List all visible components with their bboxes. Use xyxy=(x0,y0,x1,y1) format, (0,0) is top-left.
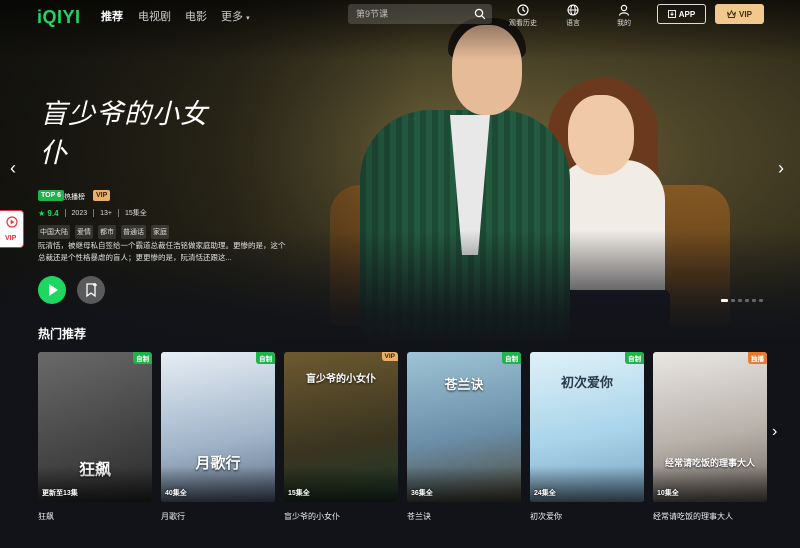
poster-title: 初次爱你 xyxy=(560,376,613,391)
top-rank-label: 热播榜 xyxy=(64,194,85,201)
search-box[interactable] xyxy=(348,4,492,24)
score: ★ 9.4 xyxy=(38,208,59,218)
episode-label: 40集全 xyxy=(165,490,187,497)
download-app-button[interactable]: APP xyxy=(657,4,706,24)
carousel-dot[interactable] xyxy=(759,299,763,302)
tag[interactable]: 普通话 xyxy=(121,225,146,239)
poster[interactable]: 月歌行 自制 40集全 xyxy=(161,352,275,502)
episode-count: 15集全 xyxy=(124,210,147,217)
poster-title: 苍兰诀 xyxy=(444,378,484,393)
hero-meta: ★ 9.4 2023 13+ 15集全 xyxy=(38,208,147,218)
card-badge: VIP xyxy=(381,352,398,361)
hero-prev-arrow[interactable]: ‹ xyxy=(10,158,16,179)
nav-item-more-label: 更多 xyxy=(221,11,243,23)
language-button[interactable]: 语言 xyxy=(553,4,593,28)
card-badge: 自制 xyxy=(502,352,521,364)
user-icon xyxy=(618,4,630,16)
episode-label: 更新至13集 xyxy=(42,490,78,497)
carousel-dot[interactable] xyxy=(752,299,756,302)
card-title[interactable]: 初次爱你 xyxy=(530,511,644,522)
age-rating: 13+ xyxy=(100,209,112,217)
tag[interactable]: 爱情 xyxy=(75,225,93,239)
poster-title: 盲少爷的小女仆 xyxy=(306,374,376,385)
play-button[interactable] xyxy=(38,276,66,304)
add-to-list-button[interactable] xyxy=(77,276,105,304)
show-card[interactable]: 盲少爷的小女仆 VIP 15集全 盲少爷的小女仆 xyxy=(284,352,398,522)
nav-item-movie[interactable]: 电影 xyxy=(185,8,207,24)
poster[interactable]: 经常请吃饭的理事大人 独播 10集全 xyxy=(653,352,767,502)
carousel-dots xyxy=(721,299,763,302)
episode-label: 15集全 xyxy=(288,490,310,497)
divider xyxy=(64,209,66,217)
card-title[interactable]: 经常请吃饭的理事大人 xyxy=(653,511,767,522)
hero-banner[interactable] xyxy=(0,0,800,340)
hero-title-art: 盲少爷的小女仆 xyxy=(40,92,230,169)
top-nav: iQIYI 推荐 电视剧 电影 更多 ▾ 观看历史 xyxy=(0,0,800,32)
crown-icon xyxy=(727,10,736,18)
hero-woman-head xyxy=(568,95,634,175)
hero-description: 阮清恬，被继母私自签给一个霸道总裁任浩铭做家庭助理。更惨的是，这个总裁还是个性格… xyxy=(38,241,286,262)
search-icon[interactable] xyxy=(474,8,486,20)
download-icon xyxy=(667,10,676,18)
my-account-label: 我的 xyxy=(617,20,631,27)
nav-item-tv[interactable]: 电视剧 xyxy=(138,8,171,24)
poster[interactable]: 狂飙 自制 更新至13集 xyxy=(38,352,152,502)
divider xyxy=(117,209,119,217)
episode-label: 10集全 xyxy=(657,490,679,497)
watch-history-label: 观看历史 xyxy=(509,20,537,27)
episode-label: 24集全 xyxy=(534,490,556,497)
my-account-button[interactable]: 我的 xyxy=(604,4,644,28)
cards-next-arrow[interactable]: › xyxy=(772,423,777,441)
hero-next-arrow[interactable]: › xyxy=(778,158,784,179)
carousel-dot[interactable] xyxy=(745,299,749,302)
show-card[interactable]: 苍兰诀 自制 36集全 苍兰诀 xyxy=(407,352,521,522)
tag[interactable]: 中国大陆 xyxy=(38,225,70,239)
card-badge: 自制 xyxy=(625,352,644,364)
language-label: 语言 xyxy=(566,20,580,27)
card-badge: 自制 xyxy=(133,352,152,364)
carousel-dot[interactable] xyxy=(721,299,728,302)
bookmark-add-icon xyxy=(86,283,97,298)
card-title[interactable]: 盲少爷的小女仆 xyxy=(284,511,398,522)
iqiyi-logo[interactable]: iQIYI xyxy=(37,7,81,28)
card-title[interactable]: 狂飙 xyxy=(38,511,152,522)
side-vip-tab[interactable]: VIP xyxy=(0,210,24,248)
tag[interactable]: 家庭 xyxy=(151,225,169,239)
watch-history-button[interactable]: 观看历史 xyxy=(503,4,543,28)
card-badge: 自制 xyxy=(256,352,275,364)
clock-icon xyxy=(517,4,529,16)
show-card[interactable]: 经常请吃饭的理事大人 独播 10集全 经常请吃饭的理事大人 xyxy=(653,352,767,522)
card-title[interactable]: 苍兰诀 xyxy=(407,511,521,522)
show-card[interactable]: 狂飙 自制 更新至13集 狂飙 xyxy=(38,352,152,522)
nav-item-recommend[interactable]: 推荐 xyxy=(101,8,123,24)
card-title[interactable]: 月歌行 xyxy=(161,511,275,522)
show-card[interactable]: 初次爱你 自制 24集全 初次爱你 xyxy=(530,352,644,522)
show-card[interactable]: 月歌行 自制 40集全 月歌行 xyxy=(161,352,275,522)
chevron-down-icon: ▾ xyxy=(246,15,250,22)
carousel-dot[interactable] xyxy=(731,299,735,302)
vip-label: VIP xyxy=(739,9,752,19)
poster[interactable]: 初次爱你 自制 24集全 xyxy=(530,352,644,502)
section-title: 热门推荐 xyxy=(38,327,87,341)
side-vip-label: VIP xyxy=(5,235,17,242)
score-value: 9.4 xyxy=(47,208,59,218)
hero-tags: 中国大陆 爱情 都市 普通话 家庭 xyxy=(38,225,169,239)
carousel-dot[interactable] xyxy=(738,299,742,302)
divider xyxy=(93,209,95,217)
top-rank-badge: TOP 6 xyxy=(38,190,64,201)
vip-badge: VIP xyxy=(93,190,111,201)
poster[interactable]: 盲少爷的小女仆 VIP 15集全 xyxy=(284,352,398,502)
vip-button[interactable]: VIP xyxy=(715,4,764,24)
nav-item-more[interactable]: 更多 ▾ xyxy=(221,8,250,24)
play-circle-icon xyxy=(6,216,18,228)
globe-icon xyxy=(567,4,579,16)
tag[interactable]: 都市 xyxy=(98,225,116,239)
year: 2023 xyxy=(71,209,88,217)
poster[interactable]: 苍兰诀 自制 36集全 xyxy=(407,352,521,502)
episode-label: 36集全 xyxy=(411,490,433,497)
app-label: APP xyxy=(678,9,696,19)
card-badge: 独播 xyxy=(748,352,767,364)
search-input[interactable] xyxy=(356,7,466,21)
page: iQIYI 推荐 电视剧 电影 更多 ▾ 观看历史 xyxy=(0,0,800,548)
